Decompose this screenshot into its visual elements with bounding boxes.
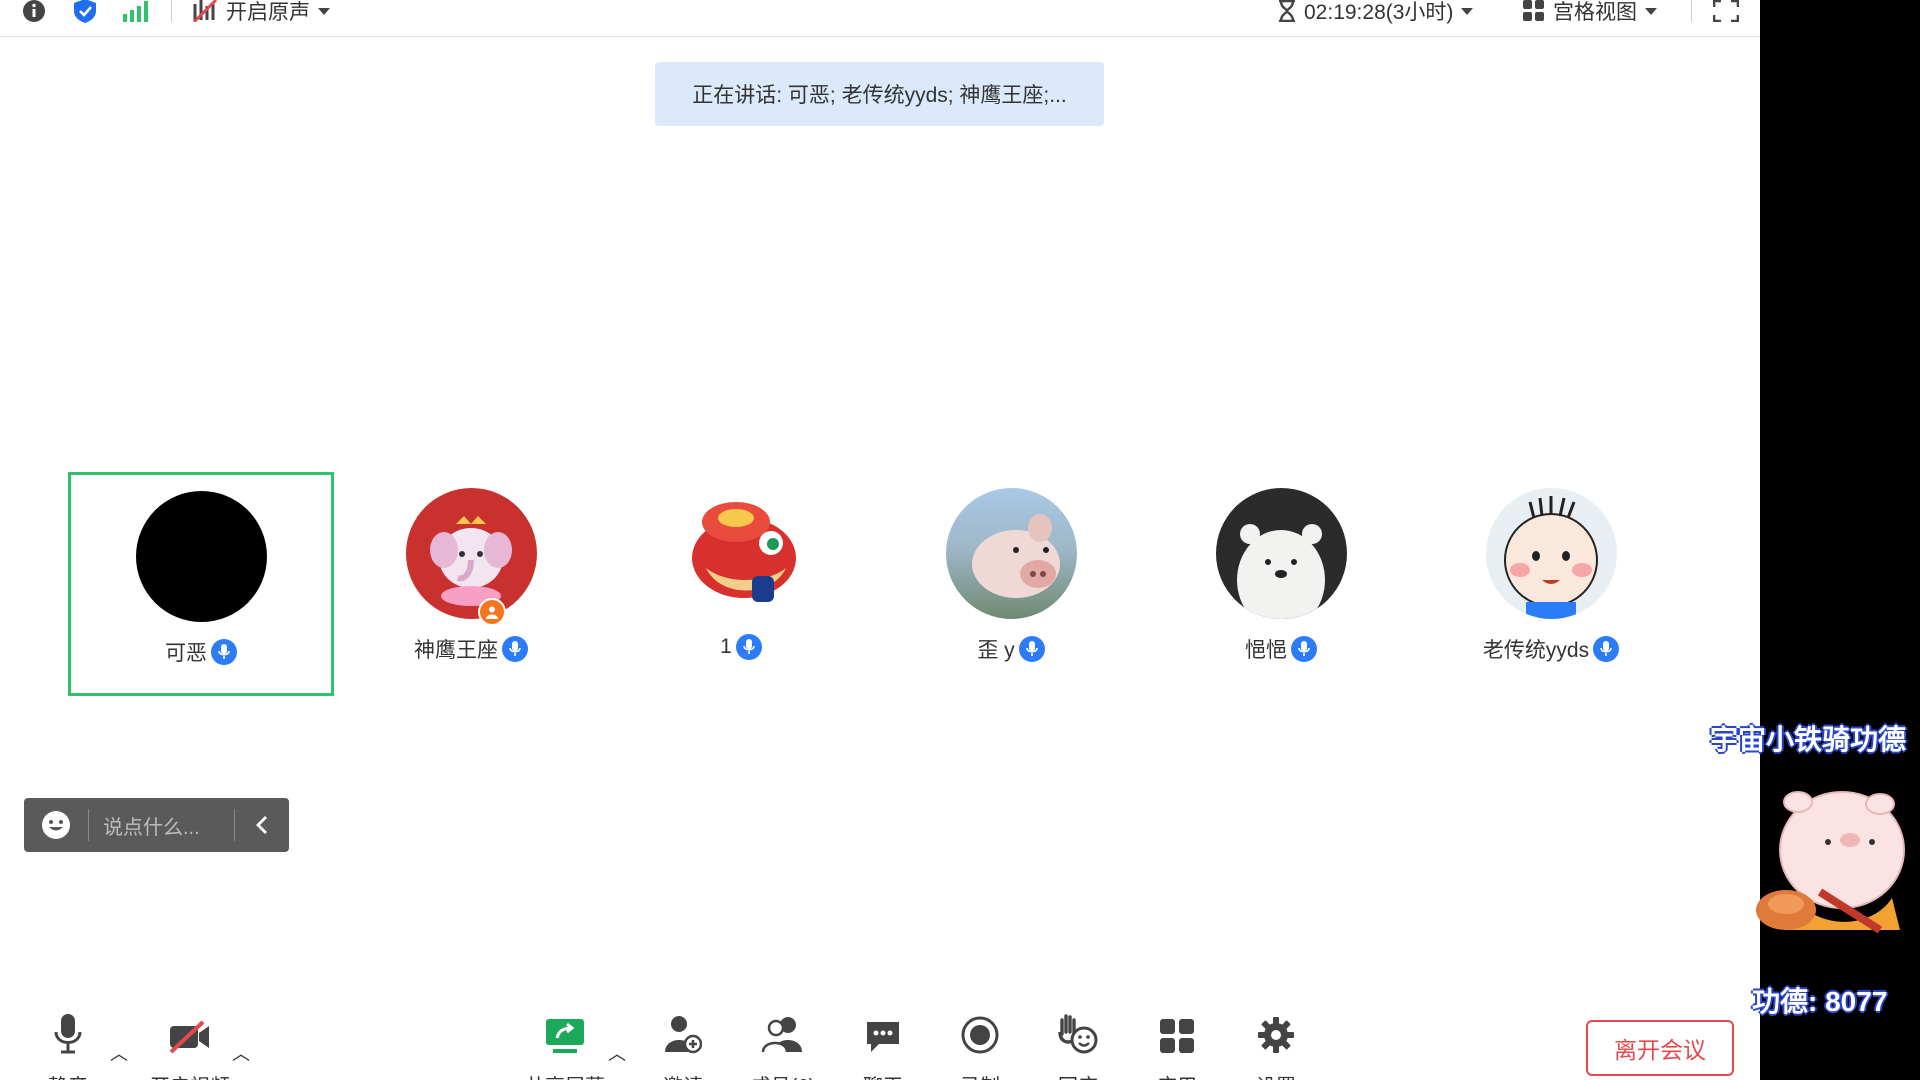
record-button[interactable]: 录制: [930, 1010, 1030, 1080]
participant-name-row: 悒悒: [1148, 634, 1414, 664]
top-bar: 开启原声 02:19:28(3小时) 宫格视图: [0, 0, 1760, 37]
participant-tile[interactable]: 1: [608, 472, 874, 696]
participant-name: 可恶: [165, 642, 207, 665]
participant-tile[interactable]: 可恶: [68, 472, 334, 696]
original-sound-label: 开启原声: [226, 1, 310, 24]
merit-counter: 功德: 8077: [1752, 986, 1888, 1017]
add-user-icon: [664, 1010, 702, 1054]
participant-name: 1: [720, 635, 732, 658]
avatar: [136, 491, 267, 622]
emoji-icon[interactable]: [24, 810, 88, 840]
view-mode-label: 宫格视图: [1553, 1, 1637, 24]
divider: [1691, 0, 1692, 22]
microphone-icon: [502, 636, 528, 662]
react-button[interactable]: 回应: [1028, 1010, 1128, 1080]
avatar: [1486, 488, 1617, 619]
participant-name-row: 可恶: [71, 637, 331, 667]
chevron-left-icon[interactable]: [235, 815, 289, 835]
settings-label: 设置: [1256, 1070, 1296, 1080]
settings-button[interactable]: 设置: [1226, 1010, 1326, 1080]
chevron-down-icon: [1645, 7, 1657, 15]
participant-name-row: 老传统yyds: [1418, 634, 1684, 664]
participant-name: 老传统yyds: [1482, 639, 1590, 662]
microphone-icon: [53, 1010, 83, 1054]
microphone-icon: [211, 639, 237, 665]
microphone-icon: [735, 634, 762, 660]
avatar: [946, 488, 1077, 619]
participant-name-row: 歪 y: [878, 634, 1144, 664]
start-video-button[interactable]: 开启视频: [140, 1010, 240, 1080]
pig-photo-icon: [972, 514, 1060, 598]
record-label: 录制: [960, 1070, 1000, 1080]
members-button[interactable]: 成员(6): [733, 1010, 833, 1080]
share-screen-button[interactable]: 共享屏幕: [515, 1010, 615, 1080]
microphone-icon: [1291, 636, 1317, 662]
info-icon[interactable]: [22, 0, 46, 22]
camera-off-icon: [169, 1010, 211, 1054]
original-sound-icon: [192, 0, 218, 22]
quick-chat-input[interactable]: 说点什么...: [89, 811, 234, 840]
speaking-banner: 正在讲话: 可恶; 老传统yyds; 神鹰王座;...: [655, 62, 1104, 126]
chat-bubble-icon: [865, 1010, 901, 1054]
hand-emoji-icon: [1058, 1010, 1098, 1054]
chevron-down-icon: [318, 7, 330, 15]
timer-text: 02:19:28(3小时): [1304, 1, 1454, 24]
original-sound-menu[interactable]: 开启原声: [192, 0, 330, 24]
boy-cartoon-icon: [1504, 496, 1598, 619]
record-icon: [961, 1010, 999, 1054]
react-label: 回应: [1058, 1070, 1098, 1080]
microphone-icon: [1018, 636, 1045, 662]
participant-name: 神鹰王座: [414, 639, 498, 662]
hourglass-icon: [1279, 0, 1295, 22]
host-badge-icon: [478, 598, 506, 626]
invite-label: 邀请: [663, 1070, 703, 1080]
members-label: 成员(6): [751, 1070, 815, 1080]
quick-chat-bar: 说点什么...: [24, 798, 289, 852]
polar-bear-cartoon-icon: [1237, 524, 1325, 619]
participant-name: 歪 y: [977, 639, 1015, 662]
chat-label: 聊天: [863, 1070, 903, 1080]
participant-tile[interactable]: 神鹰王座: [338, 472, 604, 696]
elephant-cartoon-icon: [430, 516, 512, 606]
chevron-up-icon[interactable]: ︿: [110, 1040, 128, 1066]
participant-name-row: 神鹰王座: [338, 634, 604, 664]
start-video-label: 开启视频: [150, 1070, 230, 1080]
avatar: [676, 488, 807, 619]
participant-name-row: 1: [608, 634, 874, 660]
signal-strength-icon[interactable]: [122, 0, 148, 22]
participant-tile[interactable]: 老传统yyds: [1418, 472, 1684, 696]
members-icon: [761, 1010, 805, 1054]
share-screen-icon: [545, 1010, 585, 1054]
chevron-up-icon[interactable]: ︿: [608, 1040, 626, 1066]
apps-label: 应用: [1157, 1070, 1197, 1080]
meeting-timer[interactable]: 02:19:28(3小时): [1278, 0, 1474, 24]
pig-monk-sticker-icon: [1750, 780, 1910, 950]
avatar: [406, 488, 537, 619]
security-shield-icon[interactable]: [72, 0, 98, 23]
mute-label: 静音: [48, 1070, 88, 1080]
grid-view-icon: [1523, 0, 1544, 21]
fullscreen-icon[interactable]: [1713, 0, 1739, 22]
view-mode-menu[interactable]: 宫格视图: [1523, 0, 1657, 24]
speaking-text: 正在讲话: 可恶; 老传统yyds; 神鹰王座;...: [692, 84, 1067, 107]
microphone-icon: [1593, 636, 1620, 662]
overlay-title: 宇宙小铁骑功德: [1710, 724, 1907, 755]
participant-tile[interactable]: 歪 y: [878, 472, 1144, 696]
mute-button[interactable]: 静音: [18, 1010, 118, 1080]
chevron-down-icon: [1461, 7, 1474, 15]
chat-button[interactable]: 聊天: [833, 1010, 933, 1080]
participant-name: 悒悒: [1245, 639, 1287, 662]
meeting-window: 开启原声 02:19:28(3小时) 宫格视图 正在讲话: 可恶; 老传统yyd…: [0, 0, 1760, 1080]
share-screen-label: 共享屏幕: [525, 1070, 605, 1080]
avatar: [1216, 488, 1347, 619]
invite-button[interactable]: 邀请: [633, 1010, 733, 1080]
leave-meeting-button[interactable]: 离开会议: [1586, 1020, 1734, 1076]
apps-button[interactable]: 应用: [1127, 1010, 1227, 1080]
red-dragon-cartoon-icon: [692, 502, 796, 602]
participant-tile[interactable]: 悒悒: [1148, 472, 1414, 696]
apps-grid-icon: [1159, 1010, 1195, 1054]
chevron-up-icon[interactable]: ︿: [232, 1040, 250, 1066]
divider: [171, 0, 172, 22]
gear-icon: [1257, 1010, 1295, 1054]
